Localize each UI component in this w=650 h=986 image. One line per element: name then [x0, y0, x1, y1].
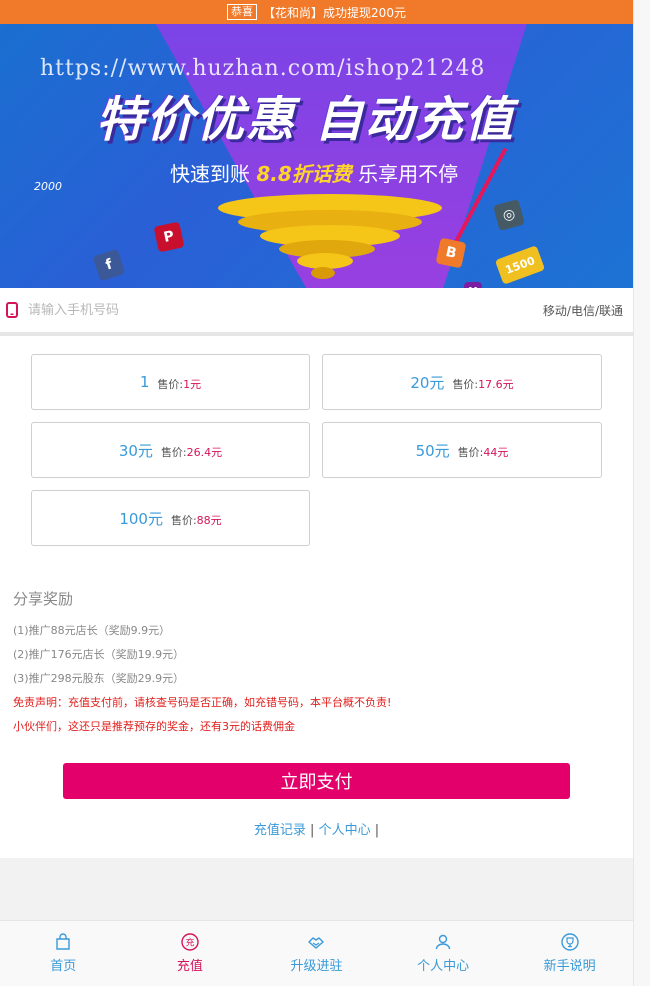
recharge-icon: 充	[181, 933, 199, 951]
banner-subtitle: 快速到账 8.8折话费 乐享用不停	[170, 158, 458, 187]
reward-line: (2)推广176元店长（奖励19.9元）	[13, 648, 185, 661]
link-separator: |	[310, 823, 315, 838]
reward-line: (1)推广88元店长（奖励9.9元）	[13, 624, 171, 637]
instagram-icon: ◎	[493, 199, 525, 231]
mobile-phone-icon	[4, 302, 20, 318]
reward-line: (3)推广298元股东（奖励29.9元）	[13, 672, 185, 685]
tab-label: 个人中心	[417, 959, 470, 974]
recharge-option-30[interactable]: 30元 售价:26.4元	[31, 422, 310, 478]
ticker-text: 【花和尚】成功提现200元	[263, 5, 406, 20]
pay-now-button[interactable]: 立即支付	[63, 763, 570, 799]
tab-guide[interactable]: 新手说明	[506, 921, 633, 986]
page-scrollbar[interactable]	[633, 0, 650, 986]
option-price: 88元	[196, 513, 222, 527]
option-price: 44元	[483, 445, 509, 459]
recharge-option-50[interactable]: 50元 售价:44元	[322, 422, 602, 478]
banner-subtitle-end: 乐享用不停	[358, 162, 459, 186]
ticker-tag: 恭喜	[227, 4, 258, 20]
shopping-bag-icon	[56, 933, 70, 950]
phone-input-row: 移动/电信/联通	[0, 288, 633, 336]
commission-note: 小伙伴们，这还只是推荐预存的奖金，还有3元的话费佣金	[13, 720, 295, 733]
banner-subtitle-start: 快速到账	[170, 162, 250, 186]
option-amount: 100元	[119, 509, 163, 528]
facebook-icon: f	[92, 248, 126, 282]
recharge-option-100[interactable]: 100元 售价:88元	[31, 490, 310, 546]
product-section: 1 售价:1元 20元 售价:17.6元 30元 售价:26.4元 50元 售价…	[0, 336, 633, 556]
badge-1500: 1500	[494, 245, 546, 285]
recharge-option-grid: 1 售价:1元 20元 售价:17.6元 30元 售价:26.4元 50元 售价…	[31, 354, 602, 546]
banner-discount-highlight: 8.8折话费	[256, 162, 352, 186]
option-price-label: 售价:	[157, 377, 184, 391]
handshake-icon	[308, 937, 325, 949]
footer-links: 充值记录 | 个人中心 |	[0, 799, 633, 858]
gold-tornado-illustration	[218, 194, 442, 279]
announcement-ticker: 恭喜 【花和尚】成功提现200元	[0, 0, 633, 24]
option-price-label: 售价:	[160, 445, 187, 459]
pay-button-wrap: 立即支付	[0, 739, 633, 799]
carrier-label: 移动/电信/联通	[542, 303, 623, 318]
link-separator: |	[374, 823, 380, 838]
yahoo-icon: Y	[464, 282, 482, 288]
tab-label: 升级进驻	[290, 959, 343, 974]
tab-home[interactable]: 首页	[0, 921, 127, 986]
option-amount: 1	[139, 373, 150, 391]
option-price: 1元	[183, 377, 202, 391]
option-amount: 20元	[410, 373, 445, 392]
personal-center-link[interactable]: 个人中心	[319, 823, 371, 838]
disclaimer-text: 免责声明：充值支付前，请核查号码是否正确，如充错号码，本平台概不负责!	[13, 696, 392, 709]
option-amount: 30元	[118, 441, 153, 460]
tab-label: 首页	[50, 959, 77, 974]
option-amount: 50元	[415, 441, 450, 460]
bottom-tab-bar: 首页 充 充值 升级进驻 个人中心 新手说明	[0, 920, 633, 986]
tab-profile[interactable]: 个人中心	[380, 921, 507, 986]
banner-watermark: https://www.huzhan.com/ishop21248	[40, 56, 486, 81]
user-icon	[435, 934, 451, 950]
recharge-records-link[interactable]: 充值记录	[254, 823, 306, 838]
option-price: 17.6元	[478, 377, 514, 391]
tab-label: 新手说明	[543, 959, 596, 974]
share-rewards-section: 分享奖励 (1)推广88元店长（奖励9.9元） (2)推广176元店长（奖励19…	[0, 556, 633, 739]
tab-recharge[interactable]: 充 充值	[127, 921, 254, 986]
banner-headline: 特价优惠 自动充值	[96, 92, 515, 148]
recharge-icon-glyph: 充	[185, 937, 194, 949]
option-price-label: 售价:	[457, 445, 484, 459]
phone-number-input[interactable]	[28, 302, 543, 318]
recharge-option-20[interactable]: 20元 售价:17.6元	[322, 354, 602, 410]
badge-2000: 2000	[34, 180, 62, 193]
blogger-icon: B	[435, 237, 467, 269]
promo-banner[interactable]: https://www.huzhan.com/ishop21248 特价优惠 自…	[0, 24, 633, 288]
option-price-label: 售价:	[452, 377, 479, 391]
tab-upgrade[interactable]: 升级进驻	[253, 921, 380, 986]
recharge-page: 恭喜 【花和尚】成功提现200元 https://www.huzhan.com/…	[0, 0, 633, 986]
rewards-title: 分享奖励	[13, 590, 74, 608]
recharge-option-1[interactable]: 1 售价:1元	[31, 354, 310, 410]
option-price: 26.4元	[186, 445, 223, 459]
pinterest-icon: P	[153, 221, 185, 253]
option-price-label: 售价:	[170, 513, 197, 527]
tab-label: 充值	[176, 959, 203, 974]
trophy-badge-icon	[560, 933, 579, 951]
